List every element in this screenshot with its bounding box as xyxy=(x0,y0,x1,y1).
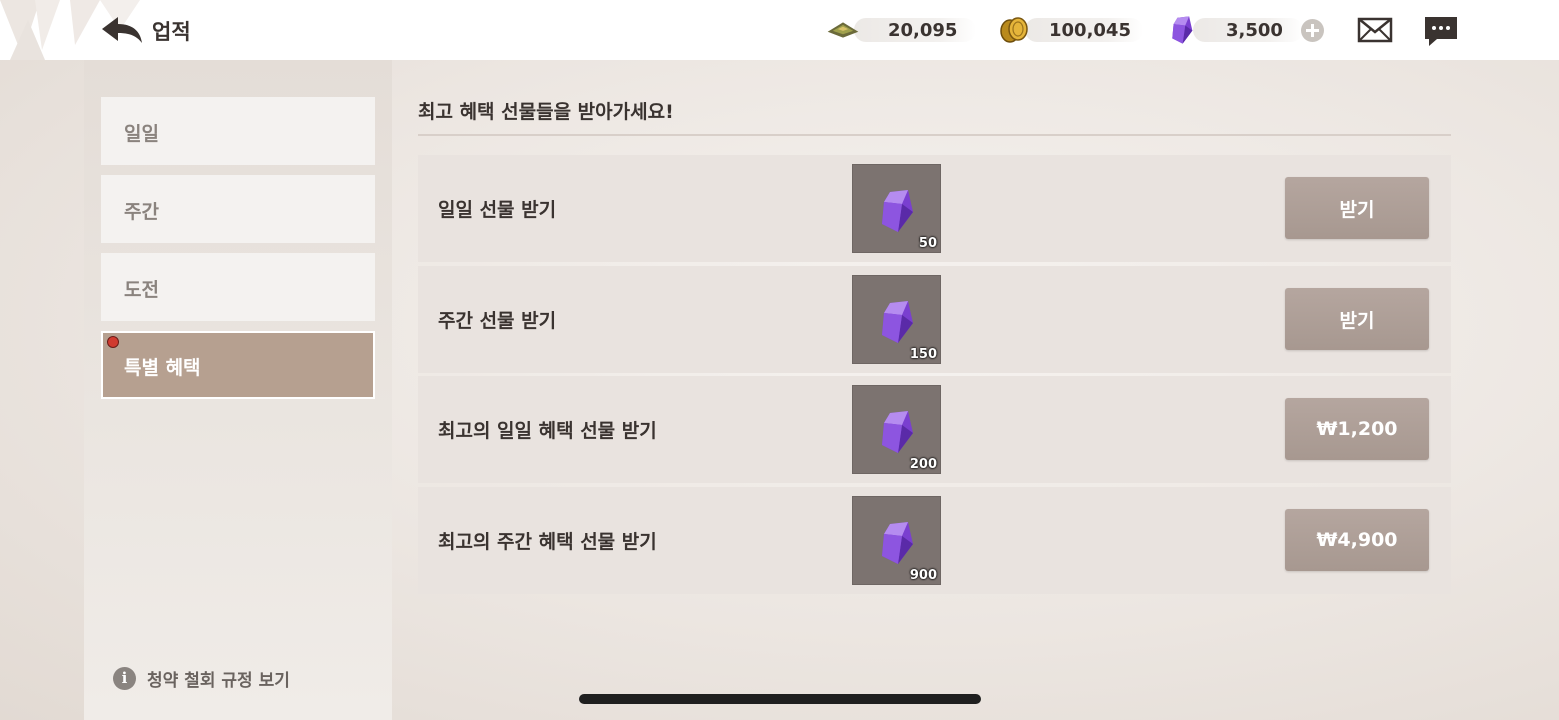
purchase-button[interactable]: ₩4,900 xyxy=(1285,509,1429,571)
chat-button[interactable] xyxy=(1423,15,1459,47)
home-indicator[interactable] xyxy=(579,694,981,704)
reward-quantity: 50 xyxy=(918,236,937,251)
tab-challenge[interactable]: 도전 xyxy=(101,253,375,321)
tab-weekly[interactable]: 주간 xyxy=(101,175,375,243)
tab-label: 특별 혜택 xyxy=(124,357,201,379)
withdrawal-policy-link[interactable]: i 청약 철회 규정 보기 xyxy=(113,666,290,691)
gold-counter: 100,045 xyxy=(997,15,1147,45)
price-label: ₩4,900 xyxy=(1316,529,1398,551)
reward-item[interactable]: 50 xyxy=(852,164,941,253)
info-link-label: 청약 철회 규정 보기 xyxy=(147,670,290,691)
section-heading: 최고 혜택 선물들을 받아가세요! xyxy=(418,101,674,123)
list-item: 일일 선물 받기 50 받기 xyxy=(418,155,1451,262)
reward-item[interactable]: 900 xyxy=(852,496,941,585)
purple-gem-icon xyxy=(1165,15,1199,45)
info-icon: i xyxy=(113,666,136,690)
tab-special-offer[interactable]: 특별 혜택 xyxy=(101,331,375,399)
notification-dot xyxy=(107,336,119,348)
gem-counter: 3,500 xyxy=(1165,15,1305,45)
mail-button[interactable] xyxy=(1357,16,1393,44)
purple-gem-icon xyxy=(882,522,913,564)
reward-quantity: 150 xyxy=(909,347,937,362)
add-gem-button[interactable] xyxy=(1301,19,1324,42)
mail-icon xyxy=(1357,17,1393,43)
reward-item[interactable]: 150 xyxy=(852,275,941,364)
tab-daily[interactable]: 일일 xyxy=(101,97,375,165)
top-bar: 업적 20,095 100,045 3,500 xyxy=(0,0,1559,60)
purple-gem-icon xyxy=(882,190,913,232)
reward-title: 최고의 주간 혜택 선물 받기 xyxy=(438,531,657,553)
gold-coin-icon xyxy=(997,15,1031,45)
stamina-value: 20,095 xyxy=(888,19,958,41)
chat-bubble-icon xyxy=(1425,17,1457,46)
stamina-icon xyxy=(826,15,860,45)
tab-label: 주간 xyxy=(124,201,159,223)
list-item: 최고의 주간 혜택 선물 받기 900 ₩4,900 xyxy=(418,487,1451,594)
claim-button-label: 받기 xyxy=(1339,309,1375,332)
back-arrow-icon xyxy=(102,17,142,43)
page-title: 업적 xyxy=(152,20,191,44)
purple-gem-icon xyxy=(882,301,913,343)
reward-title: 일일 선물 받기 xyxy=(438,199,557,221)
gold-value: 100,045 xyxy=(1049,19,1131,41)
reward-quantity: 900 xyxy=(909,568,937,583)
claim-button[interactable]: 받기 xyxy=(1285,288,1429,350)
tab-label: 도전 xyxy=(124,279,159,301)
claim-button-label: 받기 xyxy=(1339,198,1375,221)
list-item: 주간 선물 받기 150 받기 xyxy=(418,266,1451,373)
reward-quantity: 200 xyxy=(909,457,937,472)
back-button[interactable] xyxy=(98,12,146,48)
heading-divider xyxy=(418,134,1451,136)
stamina-counter: 20,095 xyxy=(826,15,976,45)
list-item: 최고의 일일 혜택 선물 받기 200 ₩1,200 xyxy=(418,376,1451,483)
purchase-button[interactable]: ₩1,200 xyxy=(1285,398,1429,460)
claim-button[interactable]: 받기 xyxy=(1285,177,1429,239)
tab-label: 일일 xyxy=(124,123,159,145)
gem-value: 3,500 xyxy=(1226,19,1283,41)
reward-item[interactable]: 200 xyxy=(852,385,941,474)
reward-title: 최고의 일일 혜택 선물 받기 xyxy=(438,420,657,442)
purple-gem-icon xyxy=(882,411,913,453)
price-label: ₩1,200 xyxy=(1316,418,1398,440)
reward-title: 주간 선물 받기 xyxy=(438,310,557,332)
